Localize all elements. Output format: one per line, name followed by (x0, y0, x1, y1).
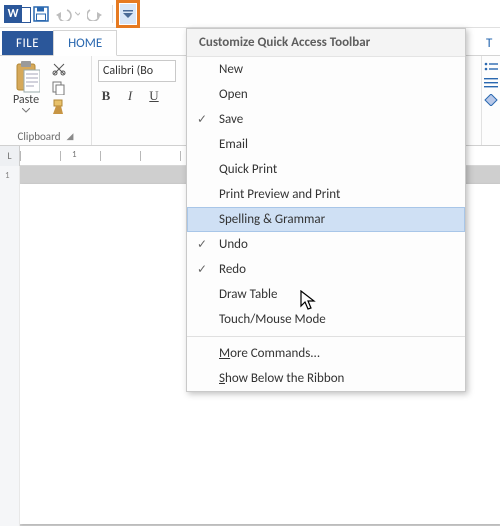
menu-item-new[interactable]: New (187, 57, 465, 82)
tab-file[interactable]: FILE (2, 31, 53, 55)
group-label-clipboard: Clipboard (18, 130, 61, 143)
menu-item-label: Email (219, 137, 248, 152)
cut-button[interactable] (50, 60, 68, 77)
align-icon[interactable] (484, 78, 498, 88)
menu-item-label: Redo (219, 262, 246, 277)
chevron-down-icon (22, 108, 30, 113)
menu-item-save[interactable]: ✓ Save (187, 107, 465, 132)
quick-access-toolbar: W (0, 0, 500, 28)
copy-button[interactable] (50, 79, 68, 96)
menu-item-label: Draw Table (219, 287, 277, 302)
chevron-down-icon (123, 13, 133, 19)
menu-item-label: Save (219, 112, 243, 127)
group-paragraph-fragment (482, 56, 500, 145)
redo-icon (87, 7, 103, 21)
customize-qat-dropdown[interactable] (116, 0, 140, 28)
menu-item-label: Touch/Mouse Mode (219, 312, 326, 327)
menu-item-label: Open (219, 87, 248, 102)
bold-button[interactable]: B (98, 88, 114, 104)
dialog-launcher-icon[interactable]: ◢ (67, 131, 74, 142)
menu-item-quick-print[interactable]: Quick Print (187, 157, 465, 182)
undo-icon (56, 7, 74, 21)
vertical-ruler[interactable]: 1 (0, 166, 20, 526)
format-painter-button[interactable] (50, 98, 68, 115)
tab-partial[interactable]: T (472, 31, 500, 55)
menu-item-label: More Commands... (219, 346, 320, 361)
scissors-icon (52, 62, 66, 76)
ruler-number: 1 (72, 149, 77, 160)
copy-icon (52, 81, 66, 95)
menu-item-redo[interactable]: ✓ Redo (187, 257, 465, 282)
paste-button[interactable]: Paste (6, 60, 46, 115)
menu-item-email[interactable]: Email (187, 132, 465, 157)
menu-item-label: New (219, 62, 243, 77)
bar-icon (123, 9, 133, 12)
shading-icon[interactable] (484, 94, 498, 106)
menu-item-label: Undo (219, 237, 248, 252)
tab-home[interactable]: HOME (53, 30, 117, 56)
check-icon: ✓ (193, 262, 211, 277)
undo-button[interactable] (56, 3, 80, 25)
menu-item-draw-table[interactable]: Draw Table (187, 282, 465, 307)
font-name-combobox[interactable]: Calibri (Bo (98, 60, 176, 82)
menu-item-more-commands[interactable]: More Commands... (187, 341, 465, 366)
menu-item-label: Spelling & Grammar (219, 212, 325, 227)
tab-selector[interactable]: L (0, 146, 20, 166)
menu-item-undo[interactable]: ✓ Undo (187, 232, 465, 257)
menu-separator (187, 336, 465, 337)
italic-button[interactable]: I (122, 88, 138, 104)
menu-item-touch-mouse[interactable]: Touch/Mouse Mode (187, 307, 465, 332)
menu-item-print-preview[interactable]: Print Preview and Print (187, 182, 465, 207)
paste-label: Paste (13, 93, 39, 107)
chevron-down-icon (75, 11, 80, 17)
check-icon: ✓ (193, 237, 211, 252)
paste-icon (12, 60, 40, 92)
redo-button[interactable] (83, 3, 107, 25)
menu-item-label: Print Preview and Print (219, 187, 340, 202)
menu-item-label: Show Below the Ribbon (219, 371, 344, 386)
group-clipboard: Paste Clipboard ◢ (0, 56, 92, 145)
menu-item-open[interactable]: Open (187, 82, 465, 107)
save-icon (33, 6, 49, 22)
menu-item-spelling-grammar[interactable]: Spelling & Grammar (187, 207, 465, 232)
brush-icon (51, 99, 67, 115)
menu-title: Customize Quick Access Toolbar (187, 29, 465, 57)
separator (112, 5, 113, 23)
word-logo-icon: W (4, 5, 22, 23)
menu-item-show-below-ribbon[interactable]: Show Below the Ribbon (187, 366, 465, 391)
bullets-icon[interactable] (484, 62, 498, 72)
save-button[interactable] (29, 3, 53, 25)
underline-button[interactable]: U (146, 88, 162, 104)
menu-item-label: Quick Print (219, 162, 277, 177)
customize-qat-menu: Customize Quick Access Toolbar New Open … (186, 28, 466, 392)
check-icon: ✓ (193, 112, 211, 127)
